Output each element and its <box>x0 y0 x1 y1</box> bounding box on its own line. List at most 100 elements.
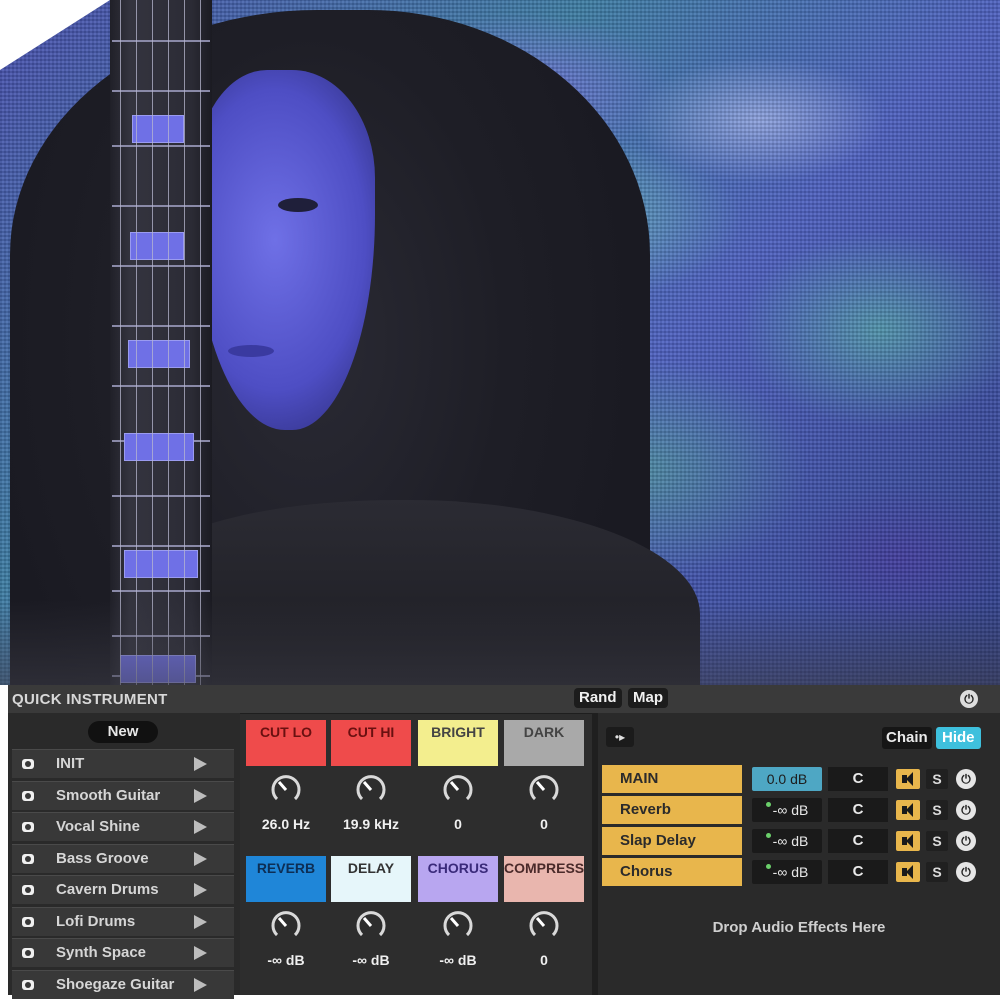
play-icon[interactable] <box>194 977 207 992</box>
chain-volume-value: 0.0 dB <box>766 771 808 787</box>
preset-item[interactable]: INIT <box>12 749 234 778</box>
solo-button[interactable]: S <box>926 769 948 789</box>
macro-7-button[interactable]: COMPRESS <box>504 856 584 902</box>
macro-knob[interactable] <box>355 774 387 806</box>
speaker-icon[interactable] <box>896 831 920 851</box>
play-icon[interactable] <box>194 914 207 929</box>
rand-button[interactable]: Rand <box>574 688 622 708</box>
macro-knob[interactable] <box>528 774 560 806</box>
play-icon[interactable] <box>194 946 207 960</box>
play-icon[interactable] <box>194 788 207 803</box>
guitar-fret <box>112 545 210 547</box>
macro-0-button[interactable]: CUT LO <box>246 720 326 766</box>
macro-3-button[interactable]: DARK <box>504 720 584 766</box>
preset-item[interactable]: Synth Space <box>12 938 234 967</box>
macro-knob[interactable] <box>355 910 387 942</box>
macro-value: 0 <box>540 816 548 832</box>
play-icon[interactable] <box>194 851 207 866</box>
chain-row[interactable]: Reverb -∞ dB C S ⏻ <box>602 796 1000 824</box>
play-icon[interactable] <box>194 820 207 834</box>
speaker-icon[interactable] <box>896 862 920 882</box>
preset-item[interactable]: Shoegaze Guitar <box>12 969 234 999</box>
camera-icon <box>22 759 34 769</box>
guitar-fret <box>112 325 210 327</box>
macro-6-button[interactable]: CHORUS <box>418 856 498 902</box>
chain-row[interactable]: Chorus -∞ dB C S ⏻ <box>602 858 1000 886</box>
macro-value: -∞ dB <box>267 952 305 968</box>
preset-label: Bass Groove <box>56 849 149 867</box>
macro-value: 26.0 Hz <box>261 816 311 832</box>
portrait-eye <box>278 198 318 212</box>
power-icon[interactable]: ⏻ <box>956 862 976 882</box>
power-icon[interactable]: ⏻ <box>956 800 976 820</box>
artwork-fade <box>0 600 1000 685</box>
chain-volume[interactable]: 0.0 dB <box>752 767 822 791</box>
map-button[interactable]: Map <box>628 688 668 708</box>
preset-item[interactable]: Lofi Drums <box>12 906 234 936</box>
macro-2-button[interactable]: BRIGHT <box>418 720 498 766</box>
chain-volume[interactable]: -∞ dB <box>752 829 822 853</box>
fret-inlay <box>132 115 184 143</box>
macro-knob[interactable] <box>270 774 302 806</box>
macro-4-button[interactable]: REVERB <box>246 856 326 902</box>
chain-button[interactable]: Chain <box>882 727 932 749</box>
camera-icon <box>22 853 34 864</box>
solo-button[interactable]: S <box>926 862 948 882</box>
chain-pan[interactable]: C <box>828 860 888 884</box>
power-icon[interactable]: ⏻ <box>960 690 978 708</box>
hide-button[interactable]: Hide <box>936 727 981 749</box>
preset-item[interactable]: Smooth Guitar <box>12 780 234 810</box>
new-preset-button[interactable]: New <box>88 721 158 743</box>
speaker-icon[interactable] <box>896 769 920 789</box>
level-indicator <box>765 864 771 869</box>
macro-knob[interactable] <box>442 910 474 942</box>
preset-item[interactable]: Bass Groove <box>12 843 234 873</box>
chain-pan[interactable]: C <box>828 798 888 822</box>
guitar-fret <box>112 145 210 147</box>
guitar-fret <box>112 265 210 267</box>
macro-value: 0 <box>540 952 548 968</box>
solo-button[interactable]: S <box>926 831 948 851</box>
portrait-lips <box>228 345 274 357</box>
macro-1-button[interactable]: CUT HI <box>331 720 411 766</box>
play-icon[interactable] <box>194 757 207 771</box>
guitar-fret <box>112 40 210 42</box>
chain-name[interactable]: Slap Delay <box>602 827 742 855</box>
solo-button[interactable]: S <box>926 800 948 820</box>
chain-volume-value: -∞ dB <box>772 833 809 849</box>
chain-name[interactable]: Chorus <box>602 858 742 886</box>
chain-pan[interactable]: C <box>828 829 888 853</box>
device-title: QUICK INSTRUMENT <box>12 691 168 708</box>
macro-value: 0 <box>454 816 462 832</box>
macro-knob[interactable] <box>528 910 560 942</box>
chain-name[interactable]: MAIN <box>602 765 742 793</box>
guitar-string <box>120 0 121 685</box>
camera-icon <box>22 790 34 801</box>
chain-row[interactable]: Slap Delay -∞ dB C S ⏻ <box>602 827 1000 855</box>
chain-row[interactable]: MAIN 0.0 dB C S ⏻ <box>602 765 1000 793</box>
preset-item[interactable]: Cavern Drums <box>12 875 234 904</box>
chain-volume[interactable]: -∞ dB <box>752 860 822 884</box>
power-icon[interactable]: ⏻ <box>956 769 976 789</box>
macro-5-button[interactable]: DELAY <box>331 856 411 902</box>
guitar-string <box>136 0 137 685</box>
preset-list: New INIT Smooth Guitar Vocal Shine Bass Gro… <box>8 713 240 999</box>
speaker-icon[interactable] <box>896 800 920 820</box>
chain-pan[interactable]: C <box>828 767 888 791</box>
device-titlebar: QUICK INSTRUMENT Rand Map ⏻ <box>8 685 1000 714</box>
preset-item[interactable]: Vocal Shine <box>12 812 234 841</box>
guitar-string <box>200 0 201 685</box>
macro-knob[interactable] <box>442 774 474 806</box>
chain-volume[interactable]: -∞ dB <box>752 798 822 822</box>
guitar-string <box>168 0 169 685</box>
play-icon[interactable] <box>194 883 207 897</box>
arrow-icon[interactable]: •▸ <box>606 727 634 747</box>
preset-label: Smooth Guitar <box>56 786 161 804</box>
power-icon[interactable]: ⏻ <box>956 831 976 851</box>
level-indicator <box>765 802 771 807</box>
camera-icon <box>22 822 34 832</box>
chain-volume-value: -∞ dB <box>772 864 809 880</box>
chain-name[interactable]: Reverb <box>602 796 742 824</box>
preset-label: INIT <box>56 755 85 772</box>
macro-knob[interactable] <box>270 910 302 942</box>
